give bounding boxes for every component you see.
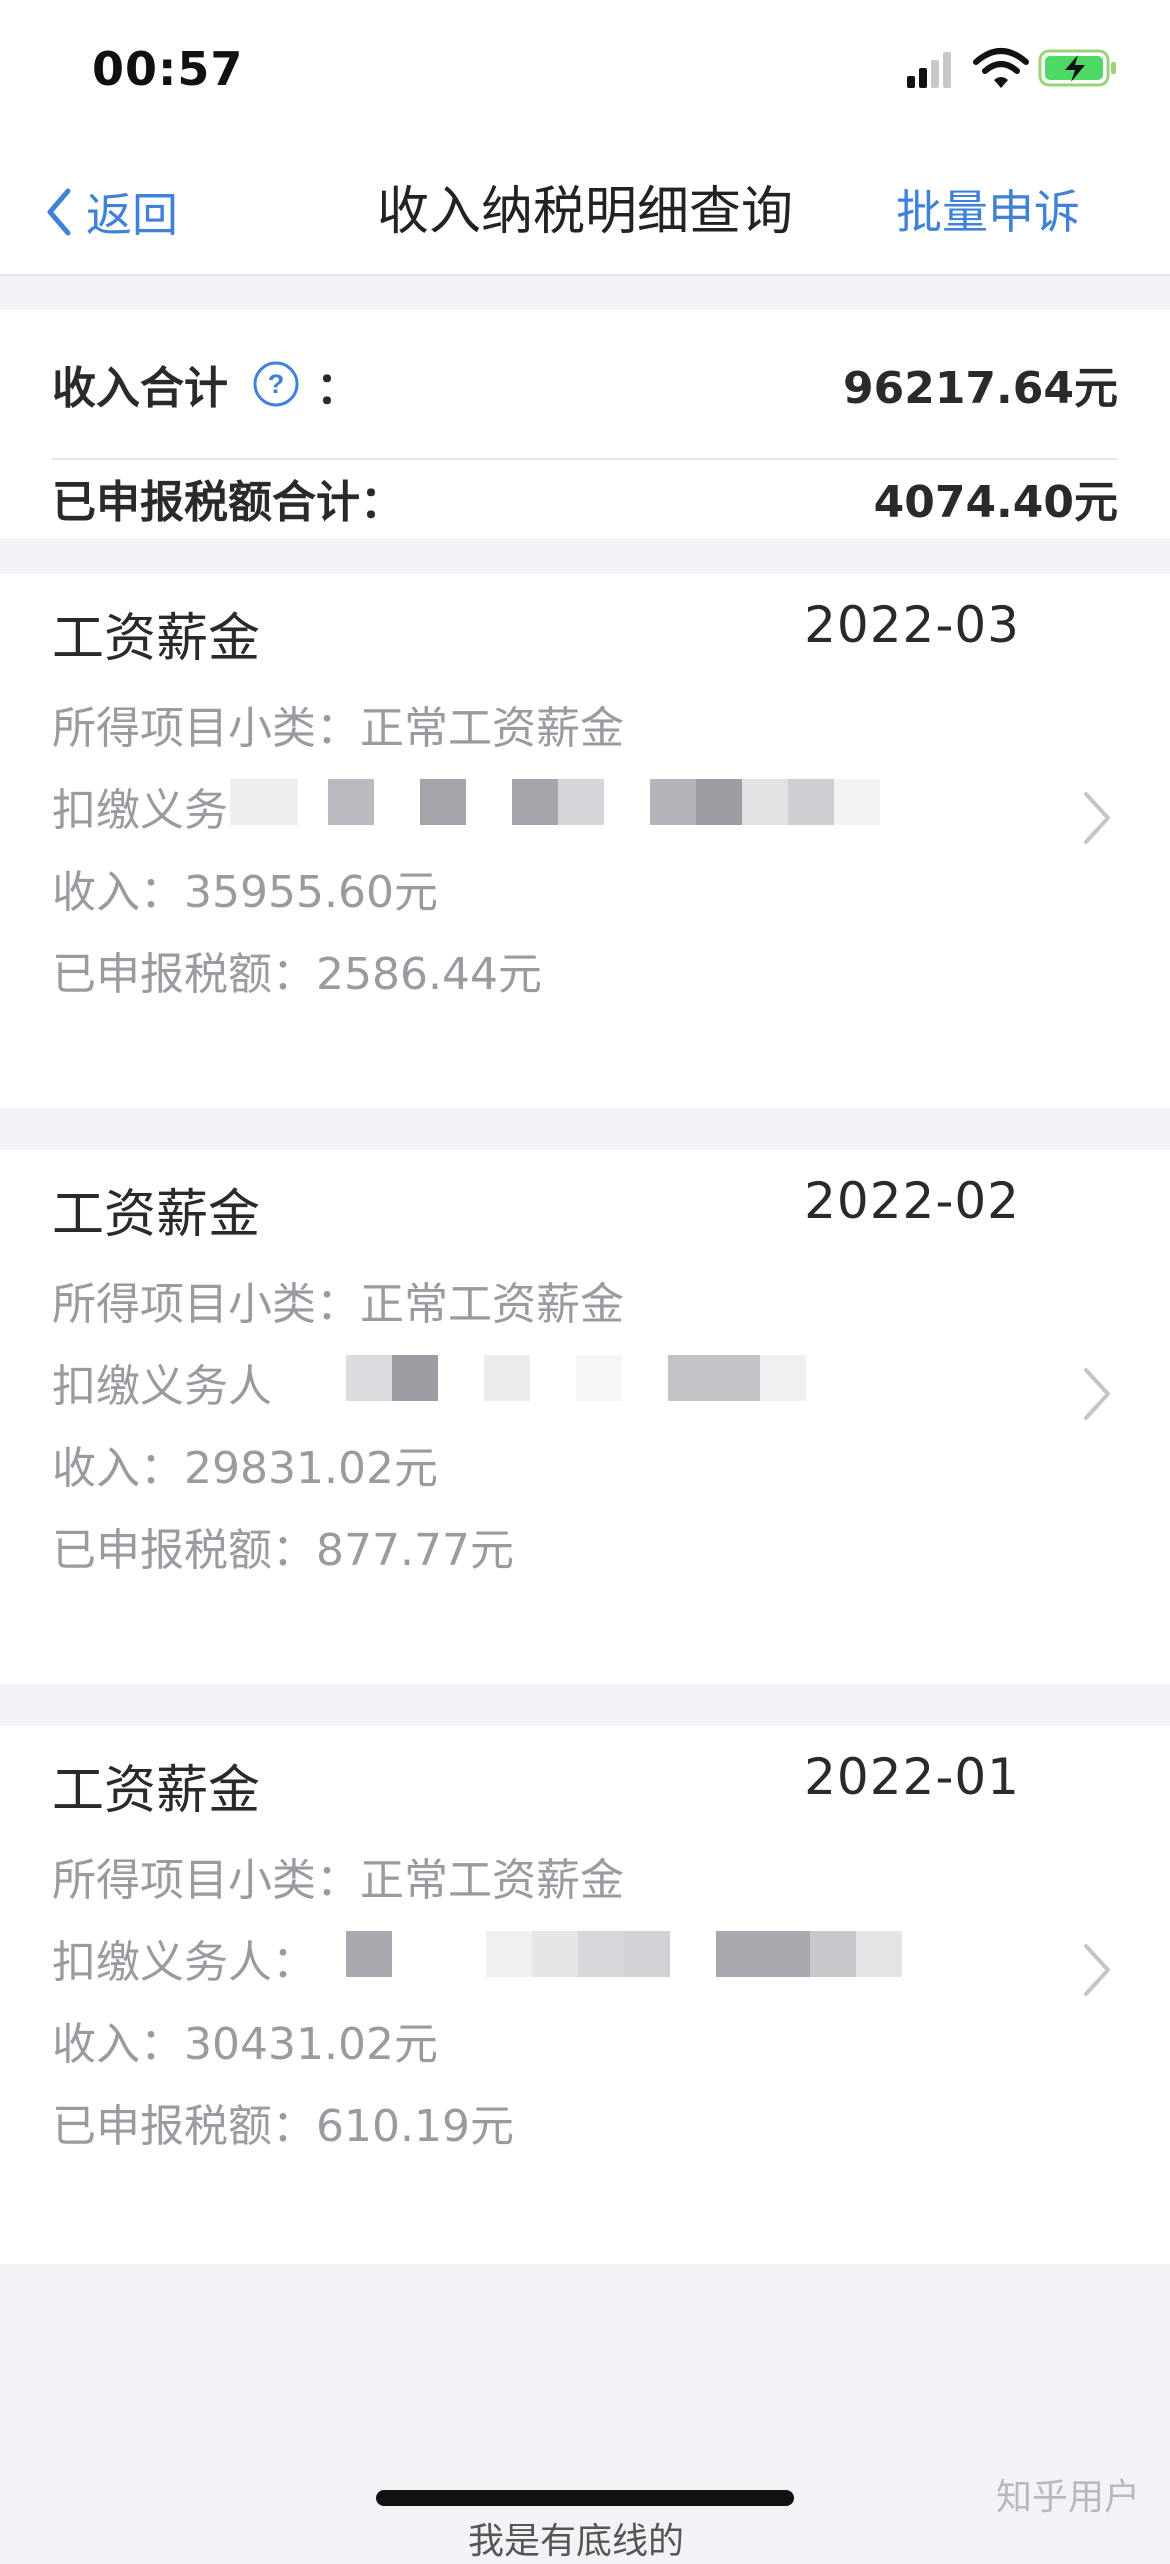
summary-divider [52,458,1118,460]
nav-bar: 返回 收入纳税明细查询 批量申诉 [0,150,1170,276]
battery-charging-icon [1038,49,1116,87]
payer-redaction [346,1352,806,1404]
total-tax-value: 4074.40元 [873,477,1118,528]
total-tax-label: 已申报税额合计： [52,477,404,528]
status-time: 00:57 [92,42,244,96]
record-title: 工资薪金 [52,1185,261,1245]
record-sub-category: 所得项目小类：正常工资薪金 [52,1855,624,1906]
record-tax: 已申报税额：877.77元 [52,1525,514,1576]
record-item-2022-03[interactable]: 工资薪金 2022-03 所得项目小类：正常工资薪金 扣缴义务 收入：35955… [0,574,1170,1108]
status-bar: 00:57 [0,0,1170,150]
chevron-right-icon [1084,792,1110,844]
back-label: 返回 [86,188,178,242]
back-button[interactable]: 返回 [44,172,178,252]
end-of-list-text: 我是有底线的 [468,2521,685,2562]
record-title: 工资薪金 [52,609,261,669]
record-date: 2022-02 [804,1172,1020,1230]
payer-redaction [346,1928,902,1980]
chevron-right-icon [1084,1944,1110,1996]
colon: ： [316,363,360,414]
total-tax-row: 已申报税额合计： 4074.40元 [52,468,1118,528]
record-income: 收入：30431.02元 [52,2019,438,2070]
home-indicator[interactable] [376,2490,794,2506]
record-date: 2022-01 [804,1748,1020,1806]
total-income-label-group: 收入合计 ? ： [52,352,360,416]
watermark: 知乎用户 [995,2477,1140,2518]
payer-redaction [230,776,880,828]
record-item-2022-01[interactable]: 工资薪金 2022-01 所得项目小类：正常工资薪金 扣缴义务人： 收入：304… [0,1726,1170,2264]
record-sub-category: 所得项目小类：正常工资薪金 [52,703,624,754]
help-icon[interactable]: ? [252,360,300,408]
total-income-label: 收入合计 [52,363,228,414]
batch-appeal-button[interactable]: 批量申诉 [896,172,1080,252]
total-income-value: 96217.64元 [842,363,1118,414]
record-income: 收入：29831.02元 [52,1443,438,1494]
chevron-right-icon [1084,1368,1110,1420]
svg-text:?: ? [268,369,285,399]
signal-icon [907,52,951,88]
summary-card: 收入合计 ? ： 96217.64元 已申报税额合计： 4074.40元 [0,310,1170,538]
record-tax: 已申报税额：2586.44元 [52,949,542,1000]
record-payer-label: 扣缴义务人： [52,1937,316,1988]
total-income-row: 收入合计 ? ： 96217.64元 [52,346,1118,422]
record-payer-label: 扣缴义务人 [52,1361,272,1412]
record-tax: 已申报税额：610.19元 [52,2101,514,2152]
record-payer-label: 扣缴义务 [52,785,228,836]
record-title: 工资薪金 [52,1761,261,1821]
record-income: 收入：35955.60元 [52,867,438,918]
back-chevron-icon [47,188,71,236]
record-date: 2022-03 [804,596,1020,654]
record-item-2022-02[interactable]: 工资薪金 2022-02 所得项目小类：正常工资薪金 扣缴义务人 收入：2983… [0,1150,1170,1684]
wifi-icon [973,48,1029,88]
record-sub-category: 所得项目小类：正常工资薪金 [52,1279,624,1330]
